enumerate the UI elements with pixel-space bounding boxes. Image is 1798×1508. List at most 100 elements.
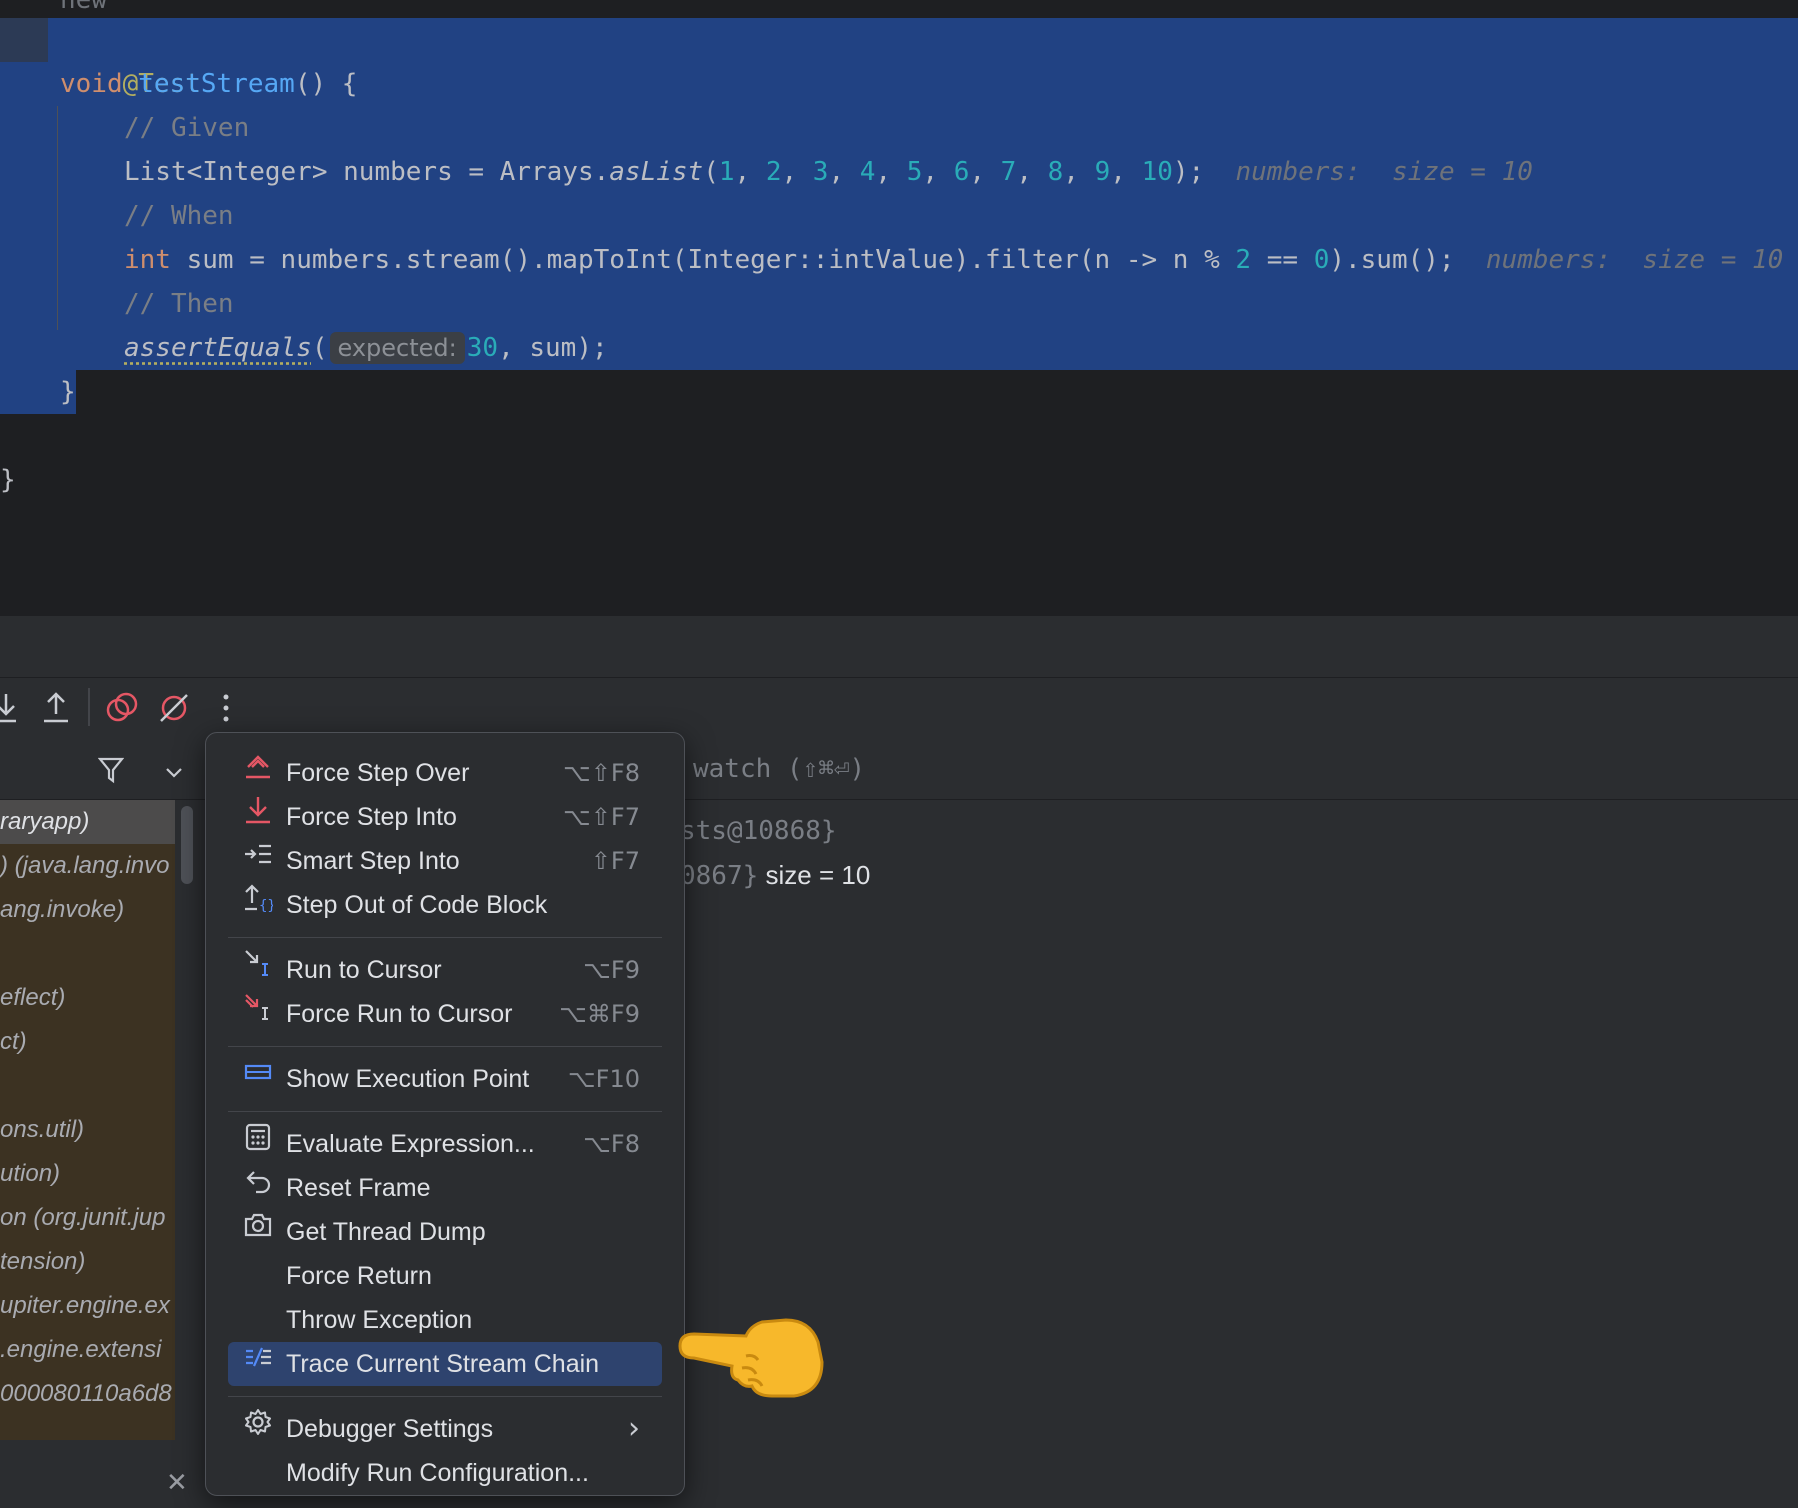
- smart-step-into-icon: [240, 839, 276, 883]
- code-line-10: }: [0, 458, 16, 502]
- frame-item[interactable]: ) (java.lang.invo: [0, 844, 175, 888]
- frame-item[interactable]: .engine.extensi: [0, 1328, 175, 1372]
- menu-item-throw-exception[interactable]: Throw Exception: [228, 1298, 662, 1342]
- keyword-token: int: [124, 245, 171, 275]
- method-call-token: asList: [609, 157, 704, 187]
- menu-item-force-step-over[interactable]: Force Step Over ⌥⇧F8: [228, 751, 662, 795]
- menu-separator: [228, 937, 662, 938]
- frame-item[interactable]: ons.util): [0, 1108, 175, 1152]
- code-token: List<Integer> numbers = Arrays.: [124, 157, 610, 187]
- menu-item-label: Force Step Over: [286, 759, 470, 787]
- mute-breakpoints-icon[interactable]: [158, 692, 190, 730]
- number-token: 6: [953, 157, 970, 187]
- watch-hint[interactable]: watch (⇧⌘⏎): [693, 754, 865, 784]
- code-line-7: // Then: [124, 282, 234, 326]
- frame-item[interactable]: on (org.junit.jup: [0, 1196, 175, 1240]
- frame-item[interactable]: [0, 932, 175, 976]
- variable-ref: 0867}: [680, 861, 759, 891]
- method-name-token: testStream: [138, 69, 295, 99]
- menu-item-force-run-to-cursor[interactable]: Force Run to Cursor ⌥⌘F9: [228, 992, 662, 1036]
- menu-item-force-return[interactable]: Force Return: [228, 1254, 662, 1298]
- code-line-4: List<Integer> numbers = Arrays.asList(1,…: [124, 157, 1533, 187]
- force-step-into-icon: [240, 795, 276, 839]
- menu-item-label: Show Execution Point: [286, 1065, 530, 1093]
- frames-header: [0, 742, 203, 800]
- code-token: (: [311, 333, 328, 363]
- trace-stream-icon: [240, 1342, 276, 1386]
- menu-item-get-thread-dump[interactable]: Get Thread Dump: [228, 1210, 662, 1254]
- menu-item-run-to-cursor[interactable]: Run to Cursor ⌥F9: [228, 948, 662, 992]
- menu-item-smart-step-into[interactable]: Smart Step Into ⇧F7: [228, 839, 662, 883]
- frame-item[interactable]: 000080110a6d8: [0, 1372, 175, 1416]
- code-token: );: [1172, 157, 1205, 187]
- view-breakpoints-icon[interactable]: [106, 692, 138, 730]
- gutter-highlight: [0, 18, 48, 62]
- code-token: ==: [1251, 245, 1314, 275]
- frames-scrollbar[interactable]: [181, 806, 193, 884]
- step-out-icon[interactable]: [42, 692, 70, 730]
- chevron-down-icon[interactable]: [164, 758, 184, 788]
- code-editor[interactable]: new @Test void testStream() { // Given L…: [0, 0, 1798, 616]
- menu-item-show-execution-point[interactable]: Show Execution Point ⌥F10: [228, 1057, 662, 1101]
- chevron-right-icon: ›: [628, 1411, 640, 1446]
- toolbar-separator: [88, 688, 90, 726]
- menu-item-label: Modify Run Configuration...: [286, 1459, 589, 1487]
- menu-item-force-step-into[interactable]: Force Step Into ⌥⇧F7: [228, 795, 662, 839]
- menu-item-label: Force Run to Cursor: [286, 1000, 513, 1028]
- number-token: 2: [765, 157, 782, 187]
- filter-icon[interactable]: [97, 756, 125, 790]
- number-token: 7: [1000, 157, 1017, 187]
- close-icon[interactable]: ✕: [166, 1468, 188, 1498]
- code-token: ).sum();: [1329, 245, 1455, 275]
- frame-item[interactable]: ang.invoke): [0, 888, 175, 932]
- menu-item-label: Get Thread Dump: [286, 1218, 486, 1246]
- number-token: 10: [1141, 157, 1173, 187]
- frame-item[interactable]: ct): [0, 1020, 175, 1064]
- frame-item[interactable]: ution): [0, 1152, 175, 1196]
- inline-value-hint: numbers: size = 10: [1485, 245, 1784, 275]
- frame-item[interactable]: upiter.engine.ex: [0, 1284, 175, 1328]
- run-to-cursor-icon: [240, 948, 276, 992]
- frame-item[interactable]: eflect): [0, 976, 175, 1020]
- menu-item-label: Reset Frame: [286, 1174, 431, 1202]
- code-line-3: // Given: [124, 106, 249, 150]
- menu-item-label: Force Step Into: [286, 803, 457, 831]
- menu-item-step-out-code-block[interactable]: {} Step Out of Code Block: [228, 883, 662, 927]
- menu-item-reset-frame[interactable]: Reset Frame: [228, 1166, 662, 1210]
- frame-item[interactable]: raryapp): [0, 800, 175, 844]
- menu-item-debugger-settings[interactable]: Debugger Settings ›: [228, 1407, 662, 1451]
- code-token: }: [60, 377, 76, 407]
- menu-item-modify-run-configuration[interactable]: Modify Run Configuration...: [228, 1451, 662, 1495]
- frame-item[interactable]: ...: [0, 1416, 175, 1440]
- frame-item[interactable]: tension): [0, 1240, 175, 1284]
- svg-text:{}: {}: [259, 898, 273, 913]
- menu-item-trace-current-stream-chain[interactable]: Trace Current Stream Chain: [228, 1342, 662, 1386]
- code-line-5: // When: [124, 194, 234, 238]
- debug-tool-window-header: [0, 616, 1798, 678]
- code-token: }: [0, 465, 16, 495]
- frame-item[interactable]: [0, 1064, 175, 1108]
- variable-row-value[interactable]: sts@10868}: [680, 816, 837, 846]
- menu-item-shortcut: ⌥F9: [583, 956, 640, 984]
- assert-call-token: assertEquals: [124, 333, 312, 363]
- number-token: 3: [812, 157, 829, 187]
- menu-item-evaluate-expression[interactable]: Evaluate Expression... ⌥F8: [228, 1122, 662, 1166]
- comment-token: // Then: [124, 289, 234, 319]
- code-line-8: assertEquals(expected: 30, sum);: [124, 326, 608, 370]
- variable-row-value[interactable]: 0867} size = 10: [680, 860, 870, 891]
- code-line-9: }: [60, 370, 76, 414]
- code-token: , sum);: [498, 333, 608, 363]
- menu-separator: [228, 1046, 662, 1047]
- number-token: 0: [1313, 245, 1330, 275]
- step-into-icon[interactable]: [0, 692, 18, 730]
- code-line-1: @Test: [60, 18, 201, 99]
- menu-separator: [228, 1396, 662, 1397]
- menu-item-shortcut: ⌥F10: [568, 1065, 640, 1093]
- keyword-token: void: [60, 69, 123, 99]
- comment-token: // When: [124, 201, 234, 231]
- frames-list[interactable]: raryapp) ) (java.lang.invo ang.invoke) e…: [0, 800, 175, 1440]
- code-line-6: int sum = numbers.stream().mapToInt(Inte…: [124, 238, 1783, 282]
- code-token: () {: [294, 69, 358, 99]
- menu-separator: [228, 1111, 662, 1112]
- more-options-icon[interactable]: [218, 692, 234, 730]
